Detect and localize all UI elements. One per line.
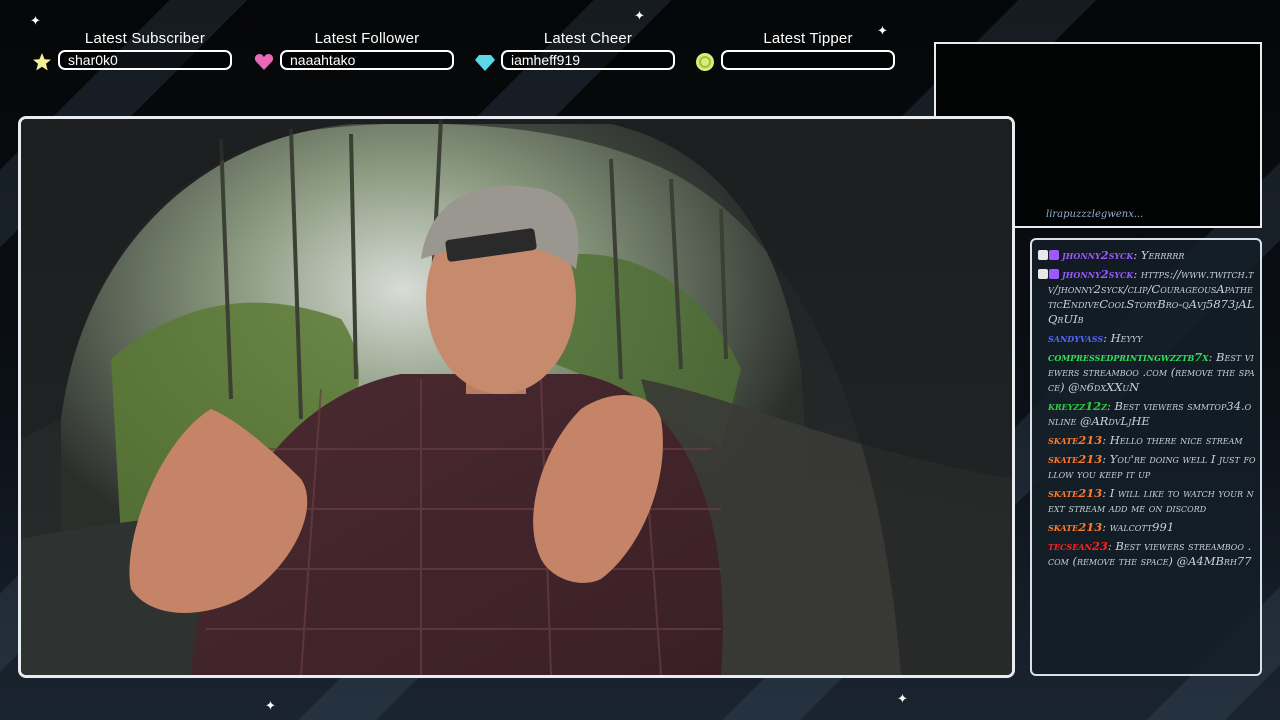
alert-value: naaahtako bbox=[280, 50, 454, 70]
star-icon bbox=[1049, 269, 1059, 279]
alert-title: Latest Tipper bbox=[763, 30, 853, 47]
chat-username[interactable]: jhonny2syck bbox=[1062, 267, 1133, 281]
chat-separator: : bbox=[1102, 486, 1110, 500]
chat-text: Hello there nice stream bbox=[1109, 433, 1243, 447]
video-icon bbox=[1038, 250, 1048, 260]
sparkle-icon: ✦ bbox=[897, 691, 908, 706]
chat-separator: : bbox=[1208, 350, 1217, 364]
chat-separator: : bbox=[1102, 520, 1110, 534]
gem-icon bbox=[475, 55, 495, 71]
chat-username[interactable]: kreyzz12z bbox=[1048, 399, 1107, 413]
alert-value bbox=[721, 50, 895, 70]
chat-message: kreyzz12z: Best viewers smmtop34.online … bbox=[1032, 399, 1260, 429]
chat-separator: : bbox=[1133, 248, 1141, 262]
chat-panel: jhonny2syck: Yerrrrr jhonny2syck: https:/… bbox=[1030, 238, 1262, 676]
alert-title: Latest Subscriber bbox=[84, 30, 206, 47]
chat-message: jhonny2syck: https://www.twitch.tv/jhonn… bbox=[1032, 267, 1260, 327]
video-scene bbox=[21, 119, 1012, 675]
chat-username[interactable]: jhonny2syck bbox=[1062, 248, 1133, 262]
chat-text: Yerrrrr bbox=[1140, 248, 1185, 262]
alert-value: iamheff919 bbox=[501, 50, 675, 70]
chat-overflow-text: lirapuzzzlegwenx... bbox=[1046, 209, 1144, 220]
chat-list: jhonny2syck: Yerrrrr jhonny2syck: https:/… bbox=[1032, 240, 1260, 569]
chat-separator: : bbox=[1102, 452, 1110, 466]
chat-message: compressedprintingwzztb7x: Best viewers … bbox=[1032, 350, 1260, 395]
chat-message: skate213: I will like to watch your next… bbox=[1032, 486, 1260, 516]
alert-title: Latest Follower bbox=[314, 30, 420, 47]
chat-message: tecsean23: Best viewers streamboo .com (… bbox=[1032, 539, 1260, 569]
latest-tipper-alert: Latest Tipper bbox=[695, 30, 895, 74]
chat-message: skate213: Hello there nice stream bbox=[1032, 433, 1260, 448]
star-icon bbox=[33, 53, 51, 71]
sparkle-icon: ✦ bbox=[30, 13, 41, 28]
latest-cheer-alert: Latest Cheer iamheff919 bbox=[475, 30, 675, 74]
video-frame bbox=[18, 116, 1015, 678]
video-icon bbox=[1038, 269, 1048, 279]
chat-separator: : bbox=[1133, 267, 1141, 281]
chat-username[interactable]: skate213 bbox=[1048, 486, 1102, 500]
chat-separator: : bbox=[1103, 331, 1111, 345]
alert-value: shar0k0 bbox=[58, 50, 232, 70]
sparkle-icon: ✦ bbox=[265, 698, 276, 713]
chat-username[interactable]: tecsean23 bbox=[1048, 539, 1108, 553]
heart-icon bbox=[254, 54, 274, 70]
chat-message: skate213: walcott991 bbox=[1032, 520, 1260, 535]
chat-message: sandyvass: Heyyy bbox=[1032, 331, 1260, 346]
chat-text: walcott991 bbox=[1109, 520, 1175, 534]
chat-username[interactable]: skate213 bbox=[1048, 452, 1102, 466]
chat-message: jhonny2syck: Yerrrrr bbox=[1032, 248, 1260, 263]
chat-message: skate213: You're doing well I just follo… bbox=[1032, 452, 1260, 482]
chat-username[interactable]: sandyvass bbox=[1048, 331, 1103, 345]
star-icon bbox=[1049, 250, 1059, 260]
coin-icon bbox=[696, 53, 714, 71]
chat-text: Heyyy bbox=[1110, 331, 1143, 345]
sparkle-icon: ✦ bbox=[634, 8, 645, 23]
chat-separator: : bbox=[1102, 433, 1110, 447]
chat-username[interactable]: compressedprintingwzztb7x bbox=[1048, 350, 1209, 364]
chat-username[interactable]: skate213 bbox=[1048, 520, 1102, 534]
alert-title: Latest Cheer bbox=[543, 30, 633, 47]
chat-username[interactable]: skate213 bbox=[1048, 433, 1102, 447]
chat-badges bbox=[1038, 267, 1060, 282]
latest-subscriber-alert: Latest Subscriber shar0k0 bbox=[32, 30, 232, 74]
latest-follower-alert: Latest Follower naaahtako bbox=[254, 30, 454, 74]
chat-badges bbox=[1038, 248, 1060, 263]
